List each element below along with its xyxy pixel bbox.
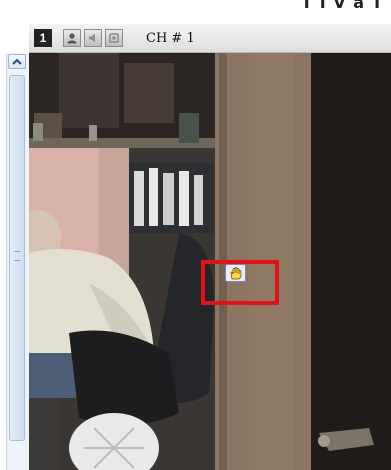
hand-cursor-icon (225, 264, 246, 282)
vertical-scrollbar[interactable] (6, 53, 30, 470)
person-button[interactable] (63, 29, 81, 47)
record-icon (109, 33, 119, 43)
channel-number-badge: 1 (34, 29, 52, 47)
speaker-icon (89, 33, 95, 43)
grip-icon (14, 251, 20, 261)
scroll-thumb[interactable] (9, 75, 25, 441)
person-icon (67, 33, 77, 44)
chevron-up-icon (12, 58, 22, 65)
scroll-up-button[interactable] (8, 54, 26, 69)
window-top-bar: T I V a T I (0, 0, 391, 24)
window-title: T I V a T I (301, 0, 391, 12)
record-button[interactable] (105, 29, 123, 47)
audio-button[interactable] (84, 29, 102, 47)
channel-panel: 1 CH # 1 (29, 24, 391, 470)
channel-header: 1 CH # 1 (29, 24, 391, 53)
channel-label: CH # 1 (146, 31, 195, 46)
